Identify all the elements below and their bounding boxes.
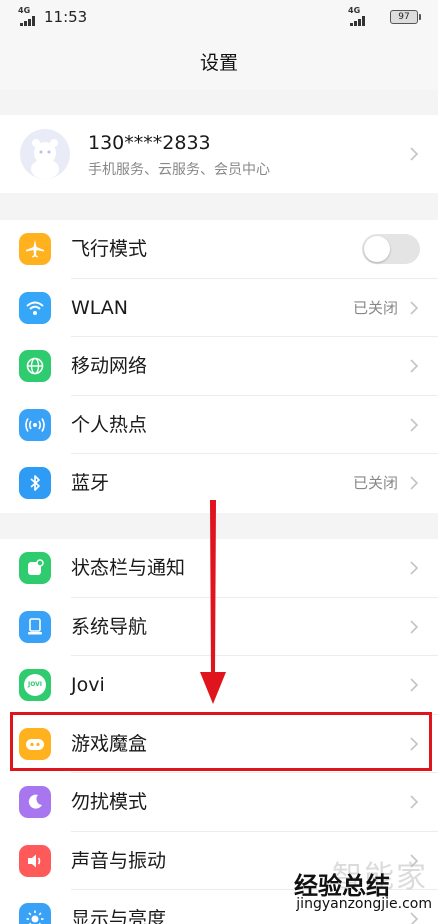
chevron-right-icon bbox=[410, 619, 419, 634]
chevron-right-icon bbox=[410, 795, 419, 809]
status-time: 11:53 bbox=[44, 8, 88, 26]
airplane-icon bbox=[19, 233, 51, 265]
settings-row-label: WLAN bbox=[71, 296, 129, 319]
settings-row-do-not-disturb[interactable]: 勿扰模式 bbox=[0, 773, 438, 832]
annotation-highlight-box bbox=[10, 712, 432, 771]
chevron-right-icon bbox=[410, 300, 419, 315]
navigation-icon bbox=[19, 610, 51, 643]
settings-row-value: 已关闭 bbox=[352, 298, 398, 317]
bluetooth-icon bbox=[19, 467, 51, 499]
battery-icon: 97 bbox=[390, 10, 421, 24]
brightness-icon bbox=[19, 903, 51, 924]
settings-row-label: 飞行模式 bbox=[71, 238, 148, 260]
settings-row-label: 显示与亮度 bbox=[71, 908, 167, 924]
moon-icon bbox=[19, 786, 51, 818]
settings-row-label: 勿扰模式 bbox=[71, 791, 148, 813]
page-title: 设置 bbox=[199, 52, 238, 74]
settings-row-hotspot[interactable]: 个人热点 bbox=[0, 396, 438, 454]
settings-row-label: 移动网络 bbox=[71, 355, 148, 377]
settings-row-label: 状态栏与通知 bbox=[71, 557, 186, 579]
header: 设置 bbox=[0, 36, 438, 90]
account-row[interactable]: 130****2833 手机服务、云服务、会员中心 bbox=[0, 115, 438, 193]
avatar bbox=[20, 129, 70, 179]
hotspot-icon bbox=[19, 408, 51, 441]
account-phone: 130****2833 bbox=[88, 132, 211, 154]
speaker-icon bbox=[19, 844, 51, 877]
settings-row-label: Jovi bbox=[71, 674, 105, 696]
status-bar: 4G 11:53 4G 97 bbox=[0, 0, 438, 36]
watermark-url: jingyanzongjie.com bbox=[296, 896, 432, 912]
cellular-signal-icon: 4G bbox=[18, 6, 40, 26]
network-type-label-right: 4G bbox=[348, 6, 361, 15]
settings-row-mobile-network[interactable]: 移动网络 bbox=[0, 337, 438, 396]
settings-row-label: 蓝牙 bbox=[71, 472, 110, 494]
chevron-right-icon bbox=[410, 359, 419, 373]
notification-icon bbox=[19, 552, 51, 584]
chevron-right-icon bbox=[410, 147, 419, 161]
settings-row-label: 声音与振动 bbox=[71, 849, 167, 872]
settings-row-airplane-mode[interactable]: 飞行模式 bbox=[0, 220, 438, 279]
toggle-knob bbox=[364, 236, 390, 262]
battery-level: 97 bbox=[398, 12, 410, 22]
network-type-label: 4G bbox=[18, 6, 31, 15]
jovi-icon: JOVI bbox=[19, 669, 51, 701]
chevron-right-icon bbox=[410, 417, 419, 432]
account-subtitle: 手机服务、云服务、会员中心 bbox=[88, 162, 270, 178]
annotation-arrow bbox=[200, 500, 226, 704]
settings-row-wlan[interactable]: WLAN 已关闭 bbox=[0, 279, 438, 337]
wifi-icon bbox=[19, 291, 51, 324]
airplane-mode-toggle[interactable] bbox=[362, 234, 420, 264]
settings-row-label: 个人热点 bbox=[71, 413, 148, 436]
jovi-icon-text: JOVI bbox=[27, 681, 43, 688]
chevron-right-icon bbox=[410, 561, 419, 575]
jovi-icon-badge: JOVI bbox=[24, 674, 46, 696]
settings-row-label: 系统导航 bbox=[71, 615, 148, 638]
settings-row-value: 已关闭 bbox=[352, 474, 398, 492]
globe-icon bbox=[19, 350, 51, 382]
chevron-right-icon bbox=[410, 476, 419, 490]
cellular-signal-icon-right bbox=[350, 16, 365, 26]
status-icons-right: 4G 97 bbox=[348, 6, 421, 26]
connectivity-section: 飞行模式 WLAN 已关闭 移动网络 个人热点 蓝牙 已关闭 bbox=[0, 220, 438, 513]
watermark: 智能家 经验总结 jingyanzongjie.com bbox=[272, 852, 432, 922]
chevron-right-icon bbox=[410, 678, 419, 692]
